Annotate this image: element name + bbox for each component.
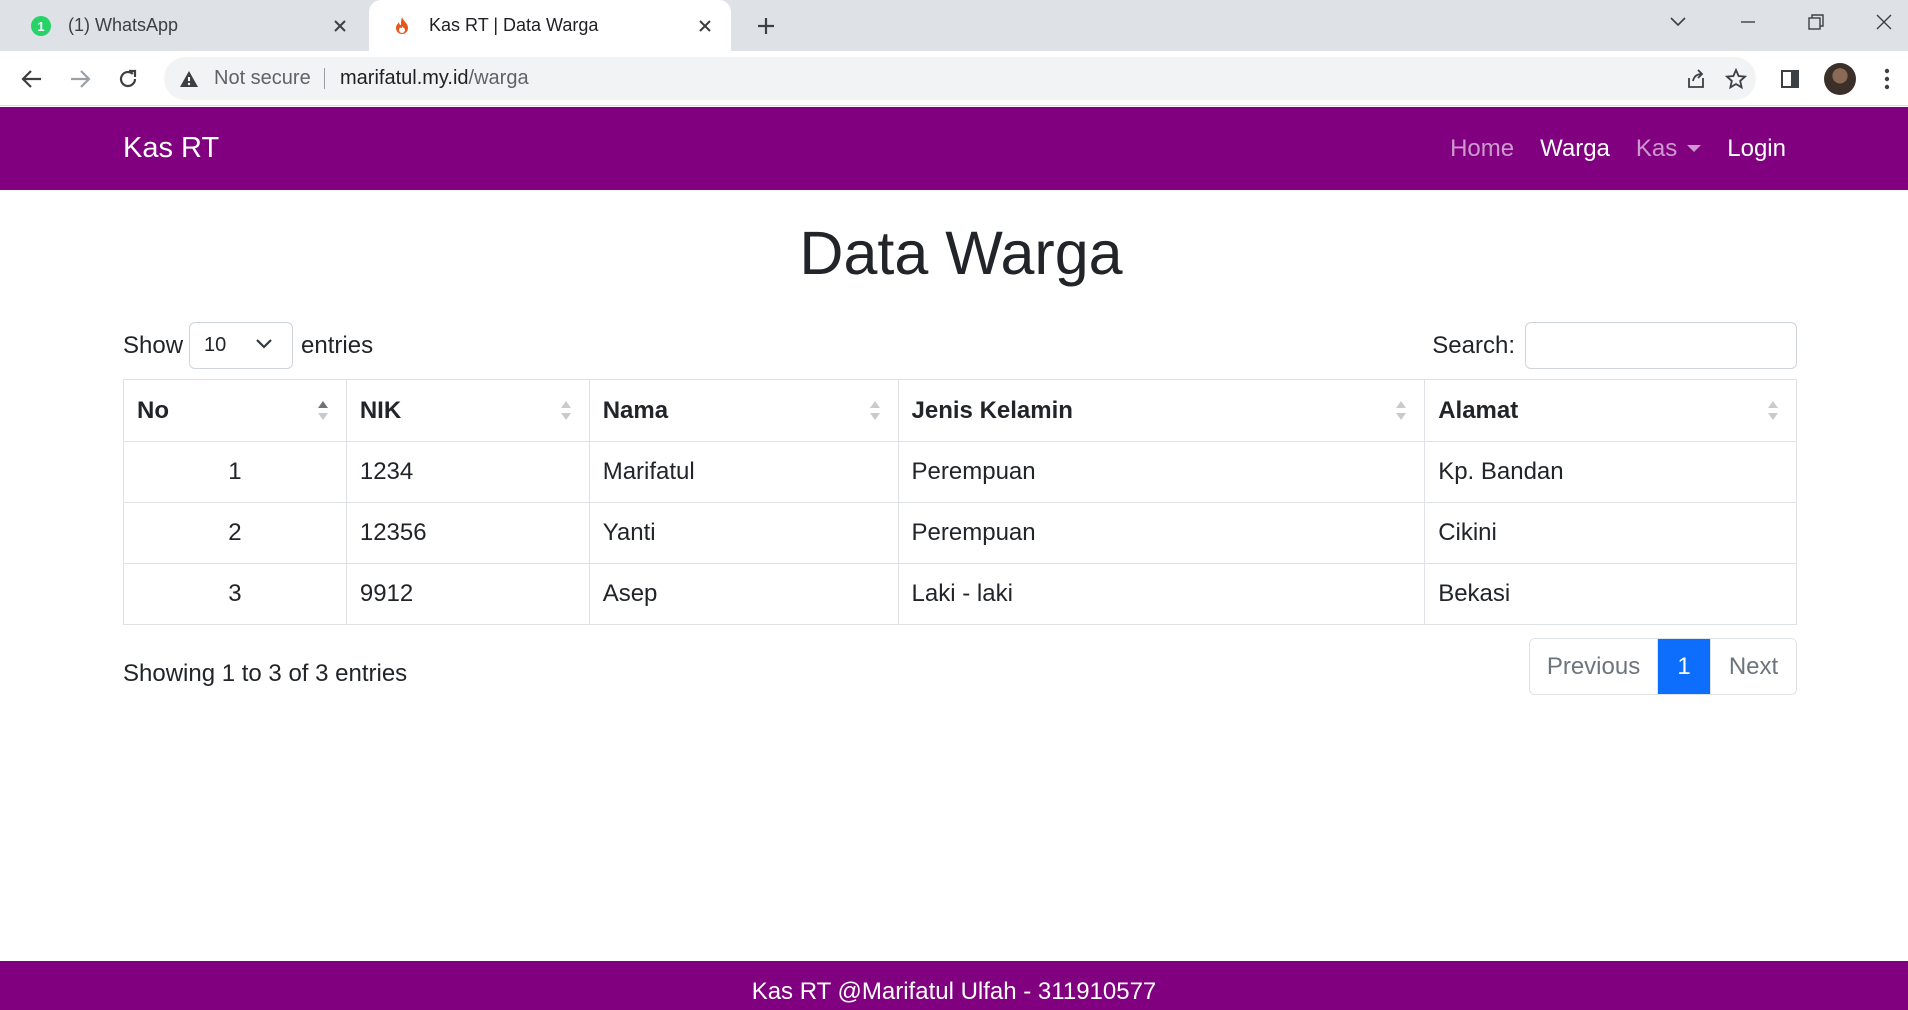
browser-tab-strip: 1 (1) WhatsApp Kas RT | Data Warga: [0, 0, 1908, 51]
cell-no: 2: [123, 502, 347, 564]
restore-icon: [1808, 14, 1824, 30]
table-search: Search:: [1432, 322, 1797, 369]
cell-no: 3: [123, 563, 347, 625]
close-window-button[interactable]: [1858, 4, 1908, 40]
chevron-down-icon: [1670, 17, 1686, 27]
entries-select-value: 10: [204, 334, 227, 356]
show-label: Show: [123, 331, 184, 359]
caret-down-icon: [1687, 145, 1702, 152]
warning-icon[interactable]: [178, 68, 200, 90]
cell-jenis-kelamin: Laki - laki: [897, 563, 1426, 625]
tab-title: (1) WhatsApp: [68, 15, 179, 35]
cell-nama: Marifatul: [588, 441, 899, 503]
warga-table: No NIK Nama Jenis Kelamin Alamat 1 1234 …: [123, 379, 1797, 625]
table-info: Showing 1 to 3 of 3 entries: [123, 660, 408, 687]
column-header-nik[interactable]: NIK: [345, 379, 590, 442]
cell-nik: 12356: [345, 502, 590, 564]
previous-page-button[interactable]: Previous: [1530, 639, 1658, 694]
search-input[interactable]: [1525, 322, 1797, 369]
table-header-row: No NIK Nama Jenis Kelamin Alamat: [123, 379, 1797, 442]
cell-jenis-kelamin: Perempuan: [897, 441, 1426, 503]
browser-toolbar: Not secure marifatul.my.id/warga: [0, 51, 1908, 106]
share-icon[interactable]: [1682, 65, 1710, 93]
new-tab-button[interactable]: [748, 8, 784, 44]
side-panel-icon[interactable]: [1775, 64, 1805, 94]
page-1-button[interactable]: 1: [1658, 639, 1710, 694]
entries-select[interactable]: 10: [189, 322, 294, 369]
column-header-jenis-kelamin[interactable]: Jenis Kelamin: [897, 379, 1426, 442]
search-label: Search:: [1432, 331, 1515, 359]
whatsapp-badge: 1: [37, 19, 44, 34]
table-row: 1 1234 Marifatul Perempuan Kp. Bandan: [123, 441, 1797, 503]
table-row: 2 12356 Yanti Perempuan Cikini: [123, 502, 1797, 564]
url-path: /warga: [468, 67, 529, 89]
url-text[interactable]: marifatul.my.id/warga: [340, 57, 529, 100]
nav-login[interactable]: Login: [1727, 135, 1786, 163]
sort-asc-icon: [317, 401, 328, 423]
sort-icon: [1768, 401, 1778, 423]
address-divider: [324, 68, 325, 89]
sort-icon: [1396, 401, 1407, 423]
cell-nik: 9912: [345, 563, 590, 625]
back-button[interactable]: [12, 59, 52, 99]
back-icon: [21, 70, 41, 88]
cell-alamat: Cikini: [1424, 502, 1797, 564]
star-icon[interactable]: [1722, 65, 1750, 93]
cell-alamat: Bekasi: [1424, 563, 1797, 625]
sort-icon: [560, 401, 571, 423]
column-label: No: [137, 396, 169, 424]
security-status[interactable]: Not secure: [214, 57, 311, 100]
page-footer: Kas RT @Marifatul Ulfah - 311910577: [0, 961, 1908, 1010]
nav-links: Home Warga Kas Login: [1424, 107, 1786, 190]
site-navbar: Kas RT Home Warga Kas Login: [0, 107, 1908, 190]
column-header-alamat[interactable]: Alamat: [1424, 379, 1797, 442]
close-icon: [1876, 14, 1892, 30]
forward-icon: [71, 70, 91, 88]
tab-whatsapp[interactable]: 1 (1) WhatsApp: [14, 0, 366, 51]
entries-length-control: Show 10 entries: [123, 322, 373, 369]
column-header-no[interactable]: No: [123, 379, 347, 442]
page-title: Data Warga: [799, 219, 1123, 287]
close-tab-icon[interactable]: [691, 12, 719, 40]
column-label: Jenis Kelamin: [911, 396, 1073, 424]
restore-button[interactable]: [1790, 4, 1842, 40]
url-host: marifatul.my.id: [340, 67, 469, 89]
tab-search-button[interactable]: [1652, 4, 1704, 40]
chevron-down-icon: [256, 339, 272, 349]
column-label: NIK: [359, 396, 402, 424]
address-bar[interactable]: Not secure marifatul.my.id/warga: [164, 57, 1756, 100]
close-tab-icon[interactable]: [326, 12, 354, 40]
pagination: Previous 1 Next: [1529, 638, 1797, 695]
tab-kas-rt[interactable]: Kas RT | Data Warga: [369, 0, 731, 51]
nav-home[interactable]: Home: [1450, 135, 1514, 163]
cell-jenis-kelamin: Perempuan: [897, 502, 1426, 564]
whatsapp-favicon-icon: 1: [30, 15, 52, 37]
next-page-button[interactable]: Next: [1710, 639, 1796, 694]
column-label: Nama: [602, 396, 669, 424]
cell-alamat: Kp. Bandan: [1424, 441, 1797, 503]
menu-dots-icon[interactable]: [1872, 64, 1902, 94]
profile-avatar[interactable]: [1824, 63, 1856, 95]
cell-nama: Yanti: [588, 502, 899, 564]
minimize-icon: [1741, 21, 1755, 23]
cell-nama: Asep: [588, 563, 899, 625]
column-label: Alamat: [1438, 396, 1519, 424]
plus-icon: [758, 18, 774, 34]
cell-nik: 1234: [345, 441, 590, 503]
sort-icon: [869, 401, 880, 423]
minimize-button[interactable]: [1722, 4, 1774, 40]
tab-title: Kas RT | Data Warga: [429, 15, 599, 35]
flame-favicon-icon: [391, 15, 413, 37]
column-header-nama[interactable]: Nama: [588, 379, 899, 442]
nav-kas-dropdown[interactable]: Kas: [1635, 134, 1702, 163]
reload-button[interactable]: [108, 59, 148, 99]
cell-no: 1: [123, 441, 347, 503]
brand-link[interactable]: Kas RT: [123, 107, 219, 190]
entries-label: entries: [301, 331, 374, 359]
nav-kas-label: Kas: [1635, 134, 1678, 162]
table-row: 3 9912 Asep Laki - laki Bekasi: [123, 563, 1797, 625]
reload-icon: [119, 69, 137, 88]
nav-warga[interactable]: Warga: [1540, 135, 1610, 163]
forward-button[interactable]: [60, 59, 100, 99]
